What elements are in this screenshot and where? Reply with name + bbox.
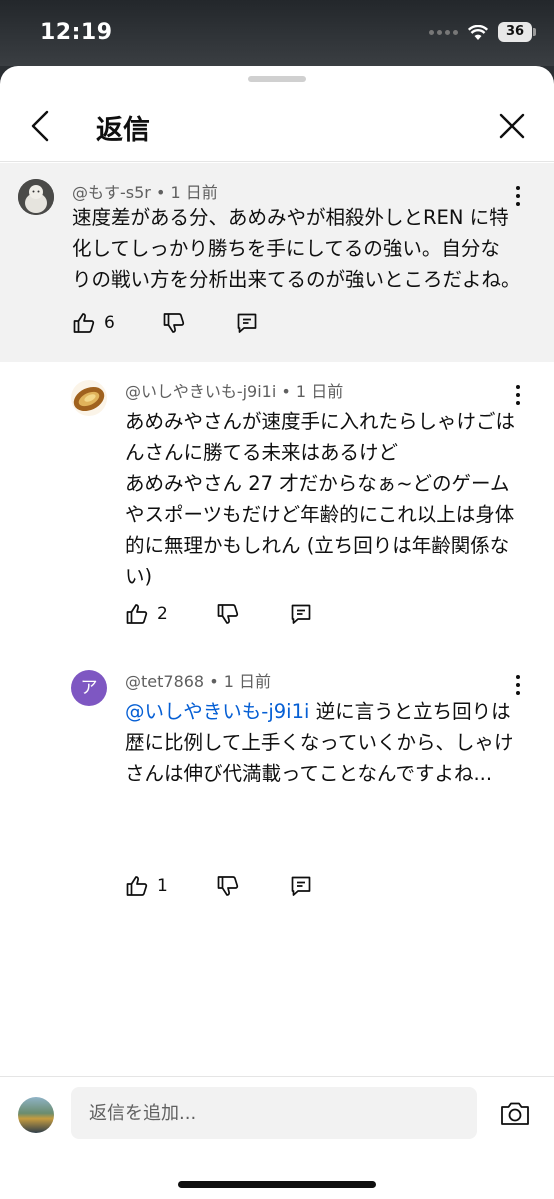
avatar-letter: ア: [80, 678, 98, 698]
meta-separator: •: [276, 382, 296, 401]
comment-line: い): [125, 565, 153, 588]
avatar[interactable]: ア: [71, 670, 107, 706]
dislike-button[interactable]: [162, 311, 186, 335]
comment-age: 1 日前: [295, 382, 344, 401]
sheet-header: 返信: [0, 92, 554, 162]
thumbs-up-icon: [73, 313, 95, 333]
comment-line: あめみやさん 27 才だからなぁ~どのゲーム: [125, 472, 510, 495]
battery-icon: 36: [498, 22, 536, 42]
comment-meta: @tet7868 • 1 日前: [125, 668, 271, 692]
comment-line: 歴に比例して上手くなっていくから、しゃけ: [125, 731, 514, 754]
close-button[interactable]: [492, 106, 532, 146]
sheet-grabber[interactable]: [248, 76, 306, 82]
camera-icon: [501, 1102, 529, 1125]
meta-separator: •: [204, 672, 224, 691]
comment-line: あめみやさんが速度手に入れたらしゃけごは: [125, 410, 516, 433]
comment-icon: [237, 313, 257, 333]
comment-line: 的に無理かもしれん (立ち回りは年齢関係な: [125, 534, 510, 557]
comment-text: あめみやさんが速度手に入れたらしゃけごは んさんに勝てる未来はあるけど あめみや…: [125, 406, 515, 592]
current-user-avatar: [18, 1097, 54, 1133]
comment-author[interactable]: @tet7868: [125, 672, 204, 691]
dislike-button[interactable]: [216, 602, 240, 626]
like-count: 6: [104, 313, 115, 333]
thumbs-down-icon: [217, 604, 238, 624]
cellular-signal-icon: [429, 29, 458, 35]
status-time: 12:19: [40, 20, 113, 45]
comment-text: @いしやきいも-j9i1i 逆に言うと立ち回りは 歴に比例して上手くなっていくか…: [125, 696, 513, 789]
replies-sheet: 返信 @もす-s5r • 1 日前 速度差がある分、あめみやが相殺外しとREN …: [0, 66, 554, 1199]
like-count: 2: [157, 604, 168, 624]
like-button[interactable]: 2: [125, 602, 168, 626]
reply-comment: @いしやきいも-j9i1i • 1 日前 あめみやさんが速度手に入れたらしゃけご…: [0, 362, 554, 652]
comment-icon: [291, 604, 311, 624]
status-bar: 12:19 36: [0, 0, 554, 66]
comment-line: りの戦い方を分析出来てるのが強いところだよね。: [72, 268, 521, 291]
like-count: 1: [157, 876, 168, 896]
reply-button[interactable]: [289, 602, 313, 626]
comment-age: 1 日前: [170, 183, 218, 202]
comment-line: さんは伸び代満載ってことなんですよね...: [125, 762, 493, 785]
home-indicator: [178, 1181, 376, 1188]
comment-meta: @もす-s5r • 1 日前: [72, 179, 218, 203]
meta-separator: •: [150, 183, 171, 202]
comment-text: 速度差がある分、あめみやが相殺外しとREN に特 化してしっかり勝ちを手にしてる…: [72, 202, 521, 295]
thumbs-up-icon: [126, 876, 148, 896]
dislike-button[interactable]: [216, 874, 240, 898]
like-button[interactable]: 6: [72, 311, 115, 335]
back-button[interactable]: [22, 106, 62, 146]
reply-composer: [0, 1076, 554, 1199]
comment-age: 1 日前: [223, 672, 271, 691]
like-button[interactable]: 1: [125, 874, 168, 898]
comment-author[interactable]: @いしやきいも-j9i1i: [125, 382, 276, 401]
chevron-left-icon: [31, 110, 49, 142]
thumbs-down-icon: [163, 313, 184, 333]
comment-line: @いしやきいも-j9i1i 逆に言うと立ち回りは: [125, 696, 513, 727]
comment-line: 化してしっかり勝ちを手にしてるの強い。自分な: [72, 237, 500, 260]
parent-comment: @もす-s5r • 1 日前 速度差がある分、あめみやが相殺外しとREN に特 …: [0, 163, 554, 362]
comment-line: やスポーツもだけど年齢的にこれ以上は身体: [125, 503, 515, 526]
camera-button[interactable]: [498, 1097, 532, 1131]
avatar[interactable]: [18, 179, 54, 215]
thumbs-down-icon: [217, 876, 238, 896]
reply-input[interactable]: [71, 1087, 477, 1139]
comment-text-segment: 逆に言うと立ち回りは: [309, 700, 511, 723]
comment-line: んさんに勝てる未来はあるけど: [125, 441, 399, 464]
comment-actions: 2: [125, 602, 313, 626]
avatar[interactable]: [71, 380, 107, 416]
reply-button[interactable]: [235, 311, 259, 335]
wifi-icon: [468, 24, 488, 40]
thumbs-up-icon: [126, 604, 148, 624]
comment-line: 速度差がある分、あめみやが相殺外しとREN に特: [72, 206, 509, 229]
reply-button[interactable]: [289, 874, 313, 898]
comment-actions: 1: [125, 874, 313, 898]
comment-icon: [291, 876, 311, 896]
reply-comment: ア @tet7868 • 1 日前 @いしやきいも-j9i1i 逆に言うと立ち回…: [0, 652, 554, 896]
close-icon: [499, 113, 525, 139]
comment-actions: 6: [72, 311, 259, 335]
page-title: 返信: [96, 115, 150, 146]
comment-author[interactable]: @もす-s5r: [72, 183, 151, 202]
mention-link[interactable]: @いしやきいも-j9i1i: [125, 700, 309, 723]
comment-meta: @いしやきいも-j9i1i • 1 日前: [125, 378, 343, 402]
